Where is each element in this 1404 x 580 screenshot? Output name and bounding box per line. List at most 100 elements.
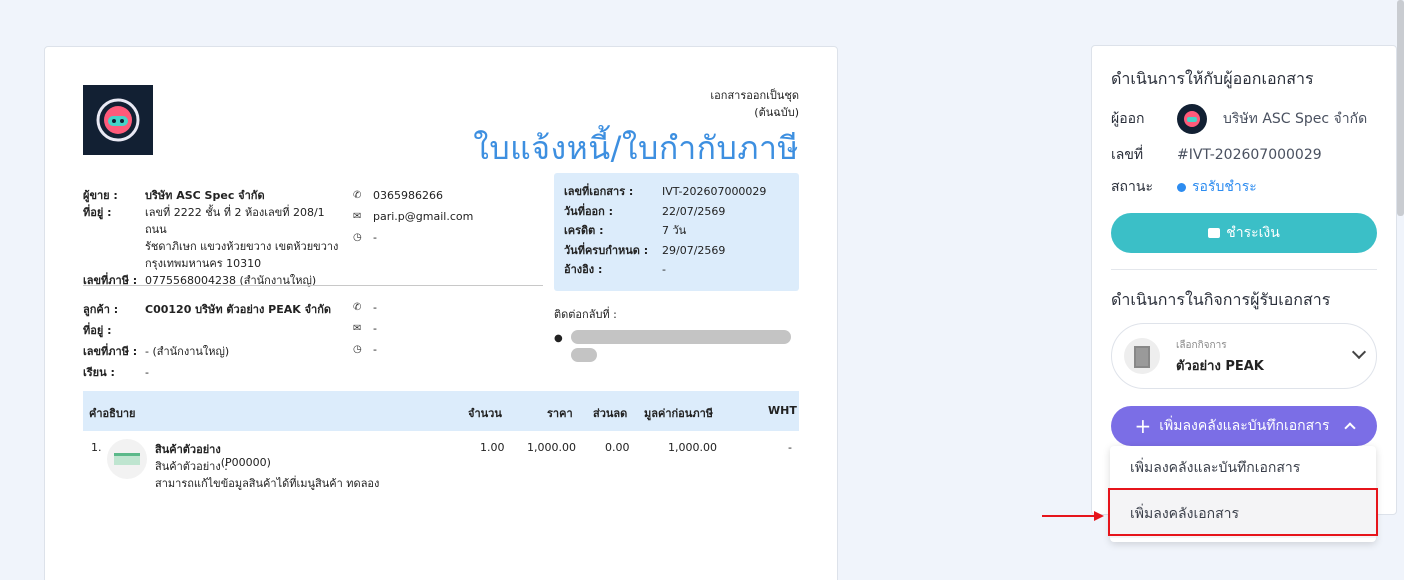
actions-panel: ดำเนินการให้กับผู้ออกเอกสาร ผู้ออก บริษั… bbox=[1091, 45, 1397, 515]
original-note: (ต้นฉบับ) bbox=[754, 106, 799, 119]
document-number: #IVT-202607000029 bbox=[1177, 147, 1322, 163]
attn: - bbox=[145, 366, 149, 379]
row-qty: 1.00 bbox=[480, 441, 505, 454]
number-label: เลขที่ bbox=[1111, 147, 1144, 163]
issuer-label: ผู้ออก bbox=[1111, 111, 1145, 127]
divider bbox=[1111, 269, 1377, 270]
ref-label: อ้างอิง : bbox=[564, 263, 603, 276]
ref: - bbox=[662, 263, 666, 276]
customer-web: - bbox=[373, 343, 377, 356]
customer-contact: ✆ - ✉ - ◷ - bbox=[353, 297, 377, 360]
seller-tax-id: 0775568004238 (สำนักงานใหญ่) bbox=[145, 274, 317, 287]
credit: 7 วัน bbox=[662, 224, 687, 237]
customer-label: ลูกค้า : bbox=[83, 303, 119, 316]
seller-address-2: รัชดาภิเษก แขวงห้วยขวาง เขตห้วยขวาง bbox=[145, 240, 339, 253]
customer-block: ลูกค้า : C00120 บริษัท ตัวอย่าง PEAK จำกั… bbox=[83, 299, 345, 383]
business-select-value: ตัวอย่าง PEAK bbox=[1176, 359, 1264, 374]
row-number: 1. bbox=[91, 441, 102, 454]
document-info-box: เลขที่เอกสาร : IVT-202607000029 วันที่ออก… bbox=[554, 173, 799, 291]
credit-label: เครดิต : bbox=[564, 224, 604, 237]
receiver-section-title: ดำเนินการในกิจการผู้รับเอกสาร bbox=[1111, 290, 1331, 309]
person-icon: ● bbox=[554, 333, 563, 344]
page-scrollbar[interactable] bbox=[1397, 0, 1404, 216]
customer-tax-label: เลขที่ภาษี : bbox=[83, 345, 138, 358]
row-discount: 0.00 bbox=[605, 441, 630, 454]
phone-icon: ✆ bbox=[353, 190, 362, 201]
customer-address-label: ที่อยู่ : bbox=[83, 324, 112, 337]
phone-icon: ✆ bbox=[353, 302, 362, 313]
divider bbox=[83, 285, 543, 286]
address-label: ที่อยู่ : bbox=[83, 206, 112, 219]
table-row: 1. สินค้าตัวอย่าง (P00000) สินค้าตัวอย่า… bbox=[83, 431, 799, 501]
copy-note: เอกสารออกเป็นชุด bbox=[710, 89, 799, 102]
product-code: (P00000) bbox=[220, 456, 271, 469]
seller-contact: ✆ 0365986266 ✉ pari.p@gmail.com ◷ - bbox=[353, 185, 473, 248]
doc-no-label: เลขที่เอกสาร : bbox=[564, 185, 634, 198]
seller-name: บริษัท ASC Spec จำกัด bbox=[145, 189, 265, 202]
customer-phone: - bbox=[373, 301, 377, 314]
redacted-contact bbox=[571, 348, 597, 362]
add-and-save-label: เพิ่มลงคลังและบันทึกเอกสาร bbox=[1159, 418, 1330, 434]
product-sub2: สามารถแก้ไขข้อมูลสินค้าได้ที่เมนูสินค้า … bbox=[155, 477, 380, 490]
customer-email: - bbox=[373, 322, 377, 335]
status-badge: รอรับชำระ bbox=[1192, 179, 1257, 195]
seller-address-1: เลขที่ 2222 ชั้น ที่ 2 ห้องเลขที่ 208/1 … bbox=[145, 206, 325, 236]
document-title: ใบแจ้งหนี้/ใบกำกับภาษี bbox=[473, 129, 799, 167]
company-logo bbox=[83, 85, 153, 155]
issuer-avatar bbox=[1177, 104, 1207, 134]
issue-date-label: วันที่ออก : bbox=[564, 204, 614, 218]
highlight-box bbox=[1108, 488, 1378, 536]
email-icon: ✉ bbox=[353, 211, 362, 222]
seller-email: pari.p@gmail.com bbox=[373, 210, 474, 223]
globe-icon: ◷ bbox=[353, 232, 362, 243]
col-amount: มูลค่าก่อนภาษี bbox=[644, 407, 713, 420]
globe-icon: ◷ bbox=[353, 344, 362, 355]
row-wht: - bbox=[788, 441, 792, 454]
seller-phone: 0365986266 bbox=[373, 189, 443, 202]
seller-address-3: กรุงเทพมหานคร 10310 bbox=[145, 257, 262, 270]
email-icon: ✉ bbox=[353, 323, 362, 334]
business-select-hint: เลือกกิจการ bbox=[1176, 340, 1227, 351]
annotation-arrow bbox=[1042, 515, 1096, 517]
col-qty: จำนวน bbox=[468, 407, 502, 420]
product-description: สินค้าตัวอย่าง (P00000) สินค้าตัวอย่าง :… bbox=[155, 441, 379, 492]
building-icon bbox=[1124, 338, 1160, 374]
annotation-arrow-head bbox=[1094, 511, 1104, 521]
col-wht: WHT bbox=[768, 404, 797, 417]
product-name: สินค้าตัวอย่าง bbox=[155, 443, 221, 456]
col-price: ราคา bbox=[547, 407, 573, 420]
doc-no: IVT-202607000029 bbox=[662, 185, 767, 198]
plus-icon: + bbox=[1134, 414, 1152, 438]
col-discount: ส่วนลด bbox=[593, 407, 628, 420]
due-date-label: วันที่ครบกำหนด : bbox=[564, 243, 649, 257]
contact-back-label: ติดต่อกลับที่ : bbox=[554, 308, 617, 321]
customer-name: C00120 บริษัท ตัวอย่าง PEAK จำกัด bbox=[145, 303, 332, 316]
wallet-icon bbox=[1208, 228, 1221, 238]
issue-date: 22/07/2569 bbox=[662, 204, 726, 218]
business-select[interactable]: เลือกกิจการ ตัวอย่าง PEAK bbox=[1111, 323, 1377, 389]
menu-item-add-and-save[interactable]: เพิ่มลงคลังและบันทึกเอกสาร bbox=[1110, 446, 1376, 490]
status-label: สถานะ bbox=[1111, 179, 1153, 195]
col-description: คำอธิบาย bbox=[89, 407, 136, 420]
row-price: 1,000.00 bbox=[527, 441, 576, 454]
row-amount: 1,000.00 bbox=[668, 441, 717, 454]
seller-web: - bbox=[373, 231, 377, 244]
issuer-name: บริษัท ASC Spec จำกัด bbox=[1223, 111, 1368, 127]
items-table-header: คำอธิบาย จำนวน ราคา ส่วนลด มูลค่าก่อนภาษ… bbox=[83, 391, 799, 431]
product-image bbox=[107, 439, 147, 479]
seller-label: ผู้ขาย : bbox=[83, 189, 118, 202]
add-and-save-button[interactable]: + เพิ่มลงคลังและบันทึกเอกสาร bbox=[1111, 406, 1377, 446]
customer-tax-id: - (สำนักงานใหญ่) bbox=[145, 345, 230, 358]
redacted-contact bbox=[571, 330, 791, 344]
due-date: 29/07/2569 bbox=[662, 243, 726, 257]
attn-label: เรียน : bbox=[83, 366, 115, 379]
pay-button-label: ชำระเงิน bbox=[1226, 225, 1280, 241]
tax-label: เลขที่ภาษี : bbox=[83, 274, 138, 287]
issuer-section-title: ดำเนินการให้กับผู้ออกเอกสาร bbox=[1111, 69, 1314, 88]
seller-block: ผู้ขาย : บริษัท ASC Spec จำกัด ที่อยู่ : … bbox=[83, 187, 345, 289]
status-dot-icon bbox=[1177, 182, 1186, 192]
invoice-document: เอกสารออกเป็นชุด (ต้นฉบับ) ใบแจ้งหนี้/ใบ… bbox=[44, 46, 838, 580]
chevron-up-icon bbox=[1343, 422, 1356, 434]
pay-button[interactable]: ชำระเงิน bbox=[1111, 213, 1377, 253]
chevron-down-icon bbox=[1351, 344, 1367, 360]
